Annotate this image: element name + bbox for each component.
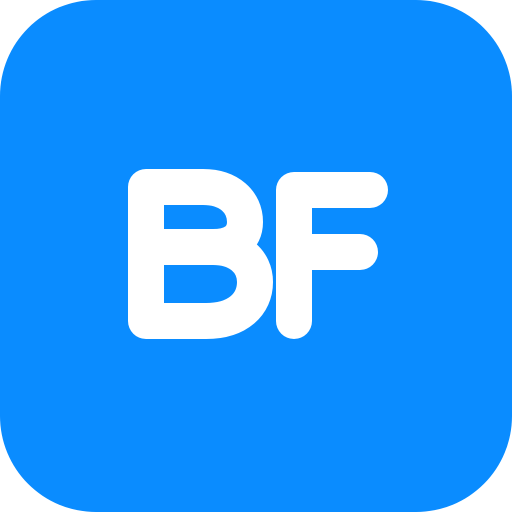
monogram-letter-b — [128, 169, 273, 339]
monogram-letter-f — [276, 172, 388, 339]
monogram-logo — [128, 169, 388, 339]
app-icon-tile — [0, 0, 512, 512]
